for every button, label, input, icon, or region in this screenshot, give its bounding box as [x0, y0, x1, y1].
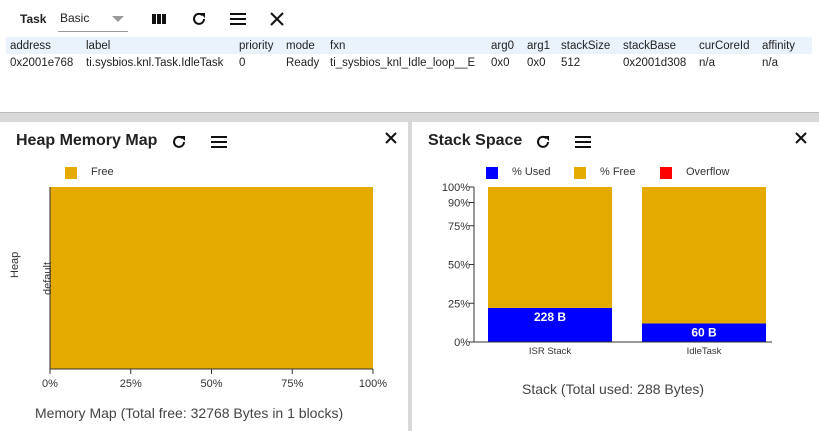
column-header[interactable]: address — [6, 37, 82, 54]
task-table-header: address label priority mode fxn arg0 arg… — [6, 37, 812, 54]
view-select[interactable]: Basic — [58, 8, 128, 32]
stack-panel: Stack Space % Used % Free Overflow 228 B… — [412, 122, 819, 431]
close-icon[interactable] — [383, 130, 399, 146]
columns-icon[interactable] — [150, 10, 168, 28]
heap-x-tick-label: 50% — [200, 378, 222, 390]
table-cell: 0x0 — [491, 57, 510, 69]
column-header[interactable]: arg1 — [523, 37, 557, 54]
column-header[interactable]: curCoreId — [695, 37, 758, 54]
close-icon[interactable] — [793, 130, 809, 146]
heap-bar-free — [50, 187, 373, 369]
menu-icon[interactable] — [574, 133, 592, 151]
heap-x-tick-label: 100% — [359, 378, 387, 390]
task-view-label: Task — [20, 12, 47, 26]
legend-swatch-free — [65, 167, 77, 179]
stack-y-tick-label: 25% — [448, 298, 470, 310]
stack-bar-free — [642, 187, 766, 324]
heap-x-tick-label: 0% — [42, 378, 58, 390]
stack-chart: 228 B ISR Stack 60 B IdleTask 0% 25% 50% 75% 90%… — [442, 182, 772, 357]
column-header[interactable]: fxn — [326, 37, 487, 54]
column-header[interactable]: label — [82, 37, 235, 54]
table-cell: 0 — [239, 57, 246, 69]
refresh-icon[interactable] — [190, 10, 208, 28]
view-select-value: Basic — [60, 11, 90, 25]
stack-y-tick-label: 0% — [454, 337, 470, 349]
menu-icon[interactable] — [229, 10, 247, 28]
column-header[interactable]: mode — [282, 37, 326, 54]
column-header[interactable]: affinity — [758, 37, 812, 54]
stack-y-tick-label: 50% — [448, 260, 470, 272]
close-icon[interactable] — [268, 10, 286, 28]
legend-label-free[interactable]: Free — [91, 166, 114, 178]
table-cell: n/a — [762, 57, 778, 69]
stack-data-label: 228 B — [534, 310, 566, 324]
refresh-icon[interactable] — [170, 133, 188, 151]
heap-chart: 0% 25% 50% 75% 100% — [42, 187, 387, 390]
task-toolbar: Task Basic — [0, 0, 819, 36]
heap-footer: Memory Map (Total free: 32768 Bytes in 1… — [35, 405, 344, 421]
stack-category-label: IdleTask — [687, 346, 722, 357]
stack-y-tick-label: 100% — [442, 182, 470, 194]
column-header[interactable]: stackSize — [557, 37, 619, 54]
table-cell: 0x0 — [527, 57, 546, 69]
table-row[interactable]: 0x2001e768 ti.sysbios.knl.Task.IdleTask … — [6, 54, 812, 72]
heap-panel: Heap Memory Map Free 0% 25% 50% 75% 100% Hea… — [0, 122, 408, 431]
chevron-down-icon — [112, 16, 124, 22]
stack-y-tick-label: 75% — [448, 221, 470, 233]
refresh-icon[interactable] — [534, 133, 552, 151]
table-cell: 512 — [561, 57, 581, 69]
table-cell: Ready — [286, 57, 320, 69]
table-cell: 0x2001e768 — [10, 57, 74, 69]
column-header[interactable]: priority — [235, 37, 282, 54]
column-header[interactable]: stackBase — [619, 37, 695, 54]
stack-data-label: 60 B — [691, 325, 717, 339]
column-header[interactable]: arg0 — [487, 37, 523, 54]
heap-y-axis-label: Heap — [9, 251, 21, 278]
table-cell: ti.sysbios.knl.Task.IdleTask — [86, 57, 224, 69]
stack-bar-free — [488, 187, 612, 308]
heap-x-tick-label: 25% — [120, 378, 142, 390]
task-panel: Task Basic address label priority mode f… — [0, 0, 819, 113]
table-cell: 0x2001d308 — [623, 57, 687, 69]
stack-footer: Stack (Total used: 288 Bytes) — [522, 381, 705, 397]
heap-title: Heap Memory Map — [16, 132, 158, 149]
table-cell: ti_sysbios_knl_Idle_loop__E — [330, 57, 476, 69]
table-cell: n/a — [699, 57, 715, 69]
stack-title: Stack Space — [428, 132, 523, 149]
menu-icon[interactable] — [210, 133, 228, 151]
heap-x-tick-label: 75% — [281, 378, 303, 390]
heap-category-label: default — [42, 261, 54, 295]
stack-y-tick-label: 90% — [448, 198, 470, 210]
stack-category-label: ISR Stack — [529, 346, 571, 357]
task-table: address label priority mode fxn arg0 arg… — [6, 37, 812, 72]
